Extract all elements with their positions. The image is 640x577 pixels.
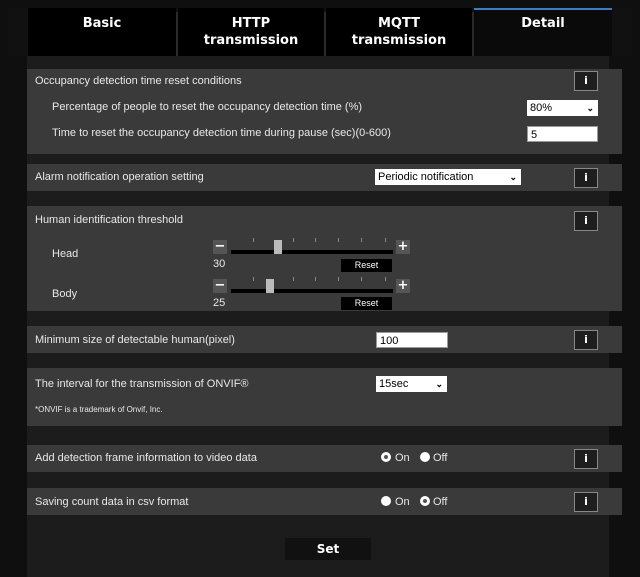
onvif-section	[27, 368, 622, 426]
alarm-select[interactable]: Periodic notification ⌄	[375, 169, 521, 185]
body-slider-track[interactable]	[231, 289, 393, 293]
onvif-select-value: 15sec	[379, 378, 409, 390]
percentage-select[interactable]: 80% ⌄	[527, 100, 598, 116]
head-slider-track[interactable]	[231, 250, 393, 254]
frame-info-off-label: Off	[433, 452, 448, 464]
csv-label: Saving count data in csv format	[35, 496, 189, 508]
head-reset-button[interactable]: Reset	[341, 259, 392, 272]
alarm-info-button[interactable]: i	[574, 168, 598, 188]
head-label: Head	[52, 248, 79, 260]
tab-http-label-1: HTTP	[231, 16, 271, 31]
slider-tick	[338, 277, 339, 281]
body-slider-thumb[interactable]	[266, 279, 274, 293]
percentage-select-value: 80%	[530, 102, 553, 114]
slider-tick	[361, 277, 362, 281]
head-minus-button[interactable]: −	[213, 240, 227, 254]
tab-basic-label: Basic	[82, 16, 122, 31]
time-input[interactable]: 5	[527, 126, 598, 142]
body-label: Body	[52, 288, 78, 300]
occupancy-info-button[interactable]: i	[574, 71, 598, 91]
frame-info-on-radio[interactable]	[381, 452, 391, 462]
slider-tick	[385, 277, 386, 281]
slider-tick	[293, 238, 294, 242]
csv-on-label: On	[395, 496, 410, 508]
min-size-input[interactable]: 100	[376, 332, 448, 348]
onvif-trademark-note: *ONVIF is a trademark of Onvif, Inc.	[35, 405, 163, 414]
chevron-down-icon: ⌄	[435, 379, 443, 389]
tab-bar: Basic HTTP transmission MQTT transmissio…	[8, 8, 632, 56]
chevron-down-icon: ⌄	[509, 172, 517, 182]
body-value: 25	[213, 297, 226, 309]
onvif-select[interactable]: 15sec ⌄	[376, 376, 447, 392]
frame-info-label: Add detection frame information to video…	[35, 452, 257, 464]
slider-tick	[253, 238, 254, 242]
slider-tick	[385, 238, 386, 242]
alarm-select-value: Periodic notification	[378, 171, 474, 183]
tab-mqtt-label-1: MQTT	[377, 16, 421, 31]
threshold-info-button[interactable]: i	[574, 211, 598, 231]
frame-info-on-label: On	[395, 452, 410, 464]
head-value: 30	[213, 258, 226, 270]
chevron-down-icon: ⌄	[586, 103, 594, 113]
tab-detail-label: Detail	[521, 16, 565, 31]
frame-info-info-button[interactable]: i	[574, 449, 598, 469]
slider-tick	[338, 238, 339, 242]
csv-off-radio[interactable]	[420, 496, 430, 506]
slider-tick	[315, 238, 316, 242]
time-label: Time to reset the occupancy detection ti…	[52, 127, 391, 139]
slider-tick	[361, 238, 362, 242]
body-plus-button[interactable]: +	[396, 279, 410, 293]
tab-mqtt[interactable]: MQTT transmission	[326, 8, 472, 56]
settings-window: Basic HTTP transmission MQTT transmissio…	[0, 0, 640, 577]
slider-tick	[293, 277, 294, 281]
tab-http[interactable]: HTTP transmission	[178, 8, 324, 56]
head-slider-thumb[interactable]	[274, 240, 282, 254]
tab-detail[interactable]: Detail	[474, 8, 612, 56]
min-size-info-button[interactable]: i	[574, 330, 598, 350]
body-reset-button[interactable]: Reset	[341, 297, 392, 310]
threshold-title: Human identification threshold	[35, 214, 183, 226]
slider-tick	[315, 277, 316, 281]
percentage-label: Percentage of people to reset the occupa…	[52, 101, 363, 113]
set-button[interactable]: Set	[285, 538, 371, 560]
frame-info-off-radio[interactable]	[420, 452, 430, 462]
occupancy-title: Occupancy detection time reset condition…	[35, 75, 242, 87]
csv-on-radio[interactable]	[381, 496, 391, 506]
head-plus-button[interactable]: +	[396, 240, 410, 254]
csv-off-label: Off	[433, 496, 448, 508]
tab-basic[interactable]: Basic	[28, 8, 176, 56]
body-minus-button[interactable]: −	[213, 279, 227, 293]
min-size-label: Minimum size of detectable human(pixel)	[35, 334, 235, 346]
onvif-label: The interval for the transmission of ONV…	[35, 378, 249, 390]
csv-info-button[interactable]: i	[574, 492, 598, 512]
alarm-label: Alarm notification operation setting	[35, 171, 204, 183]
tab-mqtt-label-2: transmission	[351, 33, 447, 48]
tab-http-label-2: transmission	[203, 33, 299, 48]
slider-tick	[253, 277, 254, 281]
